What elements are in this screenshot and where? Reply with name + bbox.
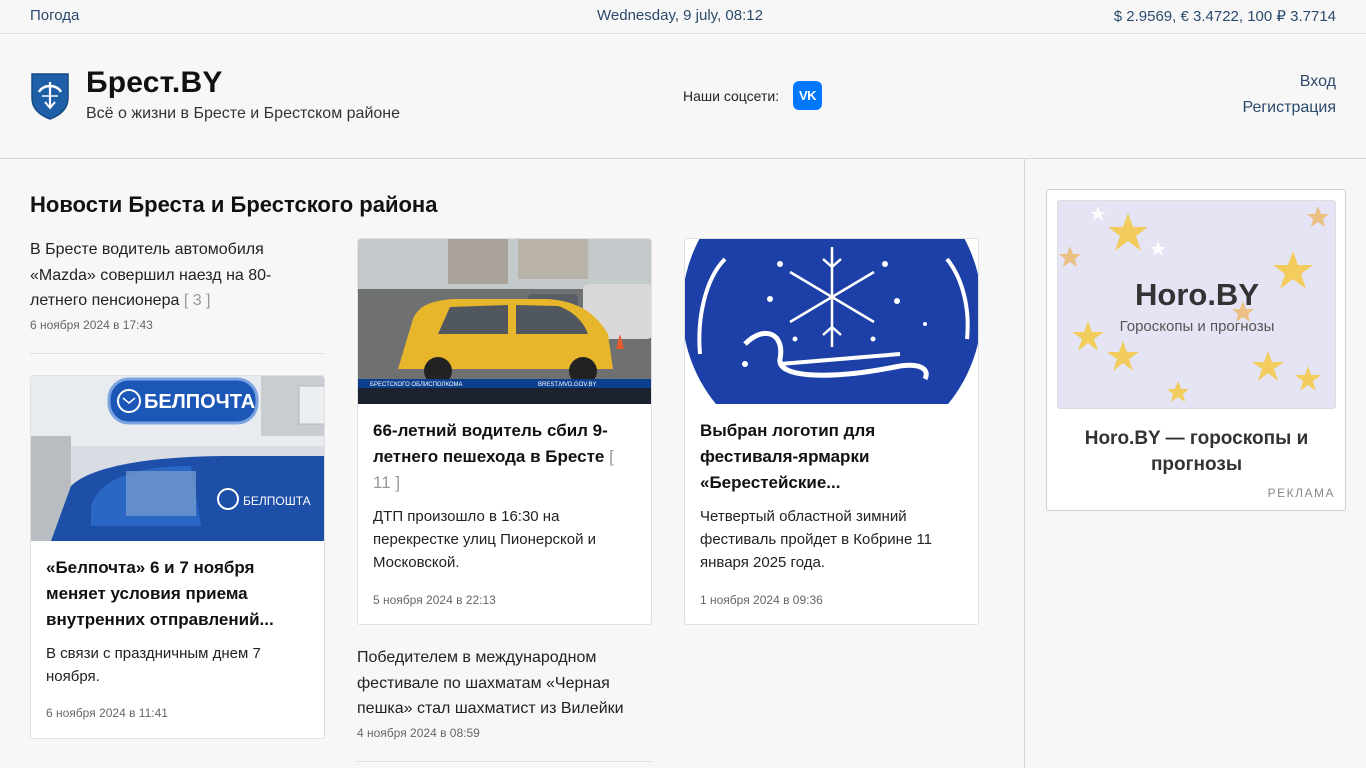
news-image[interactable]: [685, 239, 978, 404]
socials-label: Наши соцсети:: [683, 88, 780, 104]
news-title-block[interactable]: 66-летний водитель сбил 9-летнего пешехо…: [373, 418, 623, 496]
news-image[interactable]: БЕЛПОЧТА БЕЛПОШТА: [31, 376, 324, 541]
news-title[interactable]: Победителем в международном фестивале по…: [357, 649, 624, 717]
comment-count: [ 3 ]: [183, 292, 211, 309]
news-date: 6 ноября 2024 в 17:43: [30, 318, 153, 332]
svg-text:БЕЛПОШТА: БЕЛПОШТА: [243, 494, 311, 508]
news-title[interactable]: «Белпочта» 6 и 7 ноября меняет условия п…: [46, 555, 306, 633]
page-title: Новости Бреста и Брестского района: [30, 192, 438, 217]
ad-brand: Horo.BY: [1135, 277, 1259, 312]
ad-block[interactable]: Horo.BY Гороскопы и прогнозы Horo.BY — г…: [1046, 189, 1346, 511]
login-link[interactable]: Вход: [1300, 73, 1336, 91]
news-description: Четвертый областной зимний фестиваль про…: [700, 508, 933, 571]
news-date: 4 ноября 2024 в 08:59: [357, 726, 480, 740]
site-tagline: Всё о жизни в Бресте и Брестском районе: [86, 105, 401, 122]
register-link[interactable]: Регистрация: [1242, 99, 1336, 117]
vk-icon[interactable]: VK: [793, 81, 822, 110]
currency-rates: $ 2.9569, € 3.4722, 100 ₽ 3.7714: [1113, 8, 1336, 25]
news-date: 1 ноября 2024 в 09:36: [700, 593, 823, 607]
ad-subtitle: Гороскопы и прогнозы: [1120, 318, 1275, 335]
news-card[interactable]: Выбран логотип для фестиваля-ярмарки «Бе…: [684, 238, 979, 625]
svg-text:БРЕСТСКОГО ОБЛИСПОЛКОМА: БРЕСТСКОГО ОБЛИСПОЛКОМА: [370, 382, 463, 388]
news-item[interactable]: В Бресте водитель автомобиля «Mazda» сов…: [30, 237, 290, 314]
news-title[interactable]: 66-летний водитель сбил 9-летнего пешехо…: [373, 421, 608, 466]
site-header: Брест.BY Всё о жизни в Бресте и Брестско…: [0, 34, 1366, 159]
news-image[interactable]: БРЕСТСКОГО ОБЛИСПОЛКОМА BREST.MVD.GOV.BY: [358, 239, 651, 404]
main-content: Новости Бреста и Брестского района В Бре…: [0, 159, 1025, 768]
news-description: В связи с праздничным днем 7 ноября.: [46, 645, 261, 685]
news-title[interactable]: В Бресте водитель автомобиля «Mazda» сов…: [30, 241, 271, 309]
svg-text:BREST.MVD.GOV.BY: BREST.MVD.GOV.BY: [538, 382, 596, 388]
news-card[interactable]: БРЕСТСКОГО ОБЛИСПОЛКОМА BREST.MVD.GOV.BY…: [357, 238, 652, 625]
belpochta-sign-text: БЕЛПОЧТА: [144, 391, 255, 413]
divider: [357, 761, 652, 762]
news-date: 5 ноября 2024 в 22:13: [373, 593, 496, 607]
top-bar: Погода Wednesday, 9 july, 08:12 $ 2.9569…: [0, 0, 1366, 34]
news-date: 6 ноября 2024 в 11:41: [46, 706, 168, 720]
weather-link[interactable]: Погода: [30, 7, 79, 24]
brest-coat-of-arms-icon[interactable]: [30, 72, 70, 120]
divider: [30, 353, 324, 354]
ad-title[interactable]: Horo.BY — гороскопы и прогнозы: [1057, 426, 1336, 478]
news-title[interactable]: Выбран логотип для фестиваля-ярмарки «Бе…: [700, 418, 950, 496]
news-description: ДТП произошло в 16:30 на перекрестке ули…: [373, 508, 597, 571]
news-item[interactable]: Победителем в международном фестивале по…: [357, 645, 647, 722]
current-date: Wednesday, 9 july, 08:12: [597, 7, 763, 24]
ad-image[interactable]: Horo.BY Гороскопы и прогнозы: [1057, 200, 1336, 409]
site-name[interactable]: Брест.BY: [86, 66, 223, 100]
news-card[interactable]: БЕЛПОЧТА БЕЛПОШТА «Белпочта» 6 и 7 ноябр…: [30, 375, 325, 739]
ad-label: РЕКЛАМА: [1267, 486, 1335, 500]
